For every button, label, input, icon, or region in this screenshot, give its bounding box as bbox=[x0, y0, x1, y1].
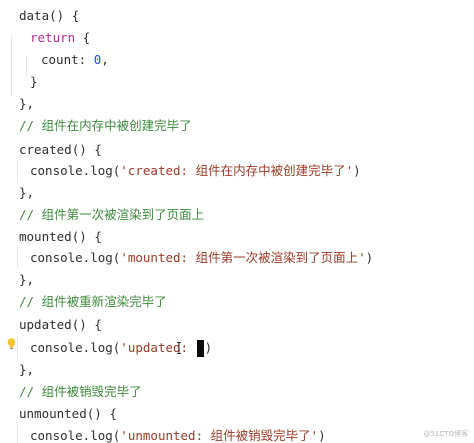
method-name: created bbox=[19, 142, 72, 157]
open-brace: { bbox=[86, 317, 102, 332]
code-line[interactable]: }, bbox=[19, 93, 34, 115]
console-call: console.log( bbox=[30, 428, 121, 443]
close-brace: }, bbox=[19, 272, 35, 287]
open-brace: { bbox=[86, 142, 102, 157]
code-line[interactable]: updated() { bbox=[19, 314, 102, 336]
method-name: unmounted bbox=[19, 406, 87, 421]
console-call: console.log( bbox=[30, 340, 121, 355]
indent-guide bbox=[26, 56, 27, 76]
indent-guide bbox=[17, 336, 18, 358]
code-line[interactable]: console.log('updated: ) bbox=[30, 337, 212, 359]
code-line[interactable]: data() { bbox=[19, 5, 79, 27]
close-brace: }, bbox=[19, 362, 35, 377]
code-line[interactable]: console.log('created: 组件在内存中被创建完毕了') bbox=[30, 160, 361, 182]
code-line[interactable]: // 组件被重新渲染完毕了 bbox=[19, 291, 167, 313]
code-line[interactable]: return { bbox=[30, 27, 90, 49]
code-line[interactable]: }, bbox=[19, 359, 34, 381]
return-keyword: return bbox=[30, 30, 76, 45]
code-line[interactable]: console.log('unmounted: 组件被销毁完毕了') bbox=[30, 425, 326, 443]
string-literal: 'unmounted: 组件被销毁完毕了' bbox=[120, 428, 319, 443]
indent-guide bbox=[17, 246, 18, 268]
code-line[interactable]: unmounted() { bbox=[19, 403, 117, 425]
comment: // 组件第一次被渲染到了页面上 bbox=[19, 207, 205, 222]
code-line[interactable]: }, bbox=[19, 269, 34, 291]
comma: , bbox=[101, 52, 109, 67]
parens: () bbox=[49, 8, 65, 23]
close-brace: }, bbox=[19, 185, 35, 200]
parens: () bbox=[86, 406, 102, 421]
text-cursor-icon bbox=[177, 342, 181, 354]
close-paren: ) bbox=[318, 428, 326, 443]
indent-guide bbox=[11, 36, 12, 96]
open-brace: { bbox=[75, 30, 91, 45]
watermark: @51CTO博客 bbox=[423, 430, 468, 438]
method-name: data bbox=[19, 8, 50, 23]
code-editor[interactable]: data() { return { count: 0, } }, // 组件在内… bbox=[0, 0, 474, 443]
property-name: count: bbox=[41, 52, 87, 67]
code-line[interactable]: mounted() { bbox=[19, 226, 102, 248]
comment: // 组件在内存中被创建完毕了 bbox=[19, 118, 192, 133]
comment: // 组件被重新渲染完毕了 bbox=[19, 294, 167, 309]
code-line[interactable]: // 组件在内存中被创建完毕了 bbox=[19, 115, 192, 137]
parens: () bbox=[71, 229, 87, 244]
console-call: console.log( bbox=[30, 163, 121, 178]
console-call: console.log( bbox=[30, 250, 121, 265]
code-line[interactable]: // 组件第一次被渲染到了页面上 bbox=[19, 204, 204, 226]
code-line[interactable]: count: 0, bbox=[41, 49, 109, 71]
code-line[interactable]: } bbox=[30, 71, 38, 93]
method-name: updated bbox=[19, 317, 72, 332]
close-paren: ) bbox=[353, 163, 361, 178]
text-caret bbox=[196, 339, 204, 357]
close-paren: ) bbox=[365, 250, 374, 265]
open-brace: { bbox=[86, 229, 102, 244]
string-literal: 'updated: bbox=[120, 340, 196, 355]
code-line[interactable]: // 组件被销毁完毕了 bbox=[19, 381, 142, 403]
method-name: mounted bbox=[19, 229, 72, 244]
code-line[interactable]: }, bbox=[19, 182, 34, 204]
open-brace: { bbox=[101, 406, 117, 421]
comment: // 组件被销毁完毕了 bbox=[19, 384, 142, 399]
close-paren: ) bbox=[204, 340, 213, 355]
close-brace: }, bbox=[19, 96, 35, 111]
code-line[interactable]: console.log('mounted: 组件第一次被渲染到了页面上') bbox=[30, 247, 373, 269]
parens: () bbox=[71, 142, 87, 157]
code-line[interactable]: created() { bbox=[19, 139, 102, 161]
close-brace: } bbox=[30, 74, 38, 89]
indent-guide bbox=[17, 424, 18, 443]
indent-guide bbox=[17, 160, 18, 182]
lightbulb-icon[interactable] bbox=[7, 338, 16, 350]
number-literal: 0 bbox=[93, 52, 102, 67]
open-brace: { bbox=[64, 8, 80, 23]
string-literal: 'created: 组件在内存中被创建完毕了' bbox=[120, 163, 354, 178]
parens: () bbox=[71, 317, 87, 332]
string-literal: 'mounted: 组件第一次被渲染到了页面上' bbox=[120, 250, 366, 265]
